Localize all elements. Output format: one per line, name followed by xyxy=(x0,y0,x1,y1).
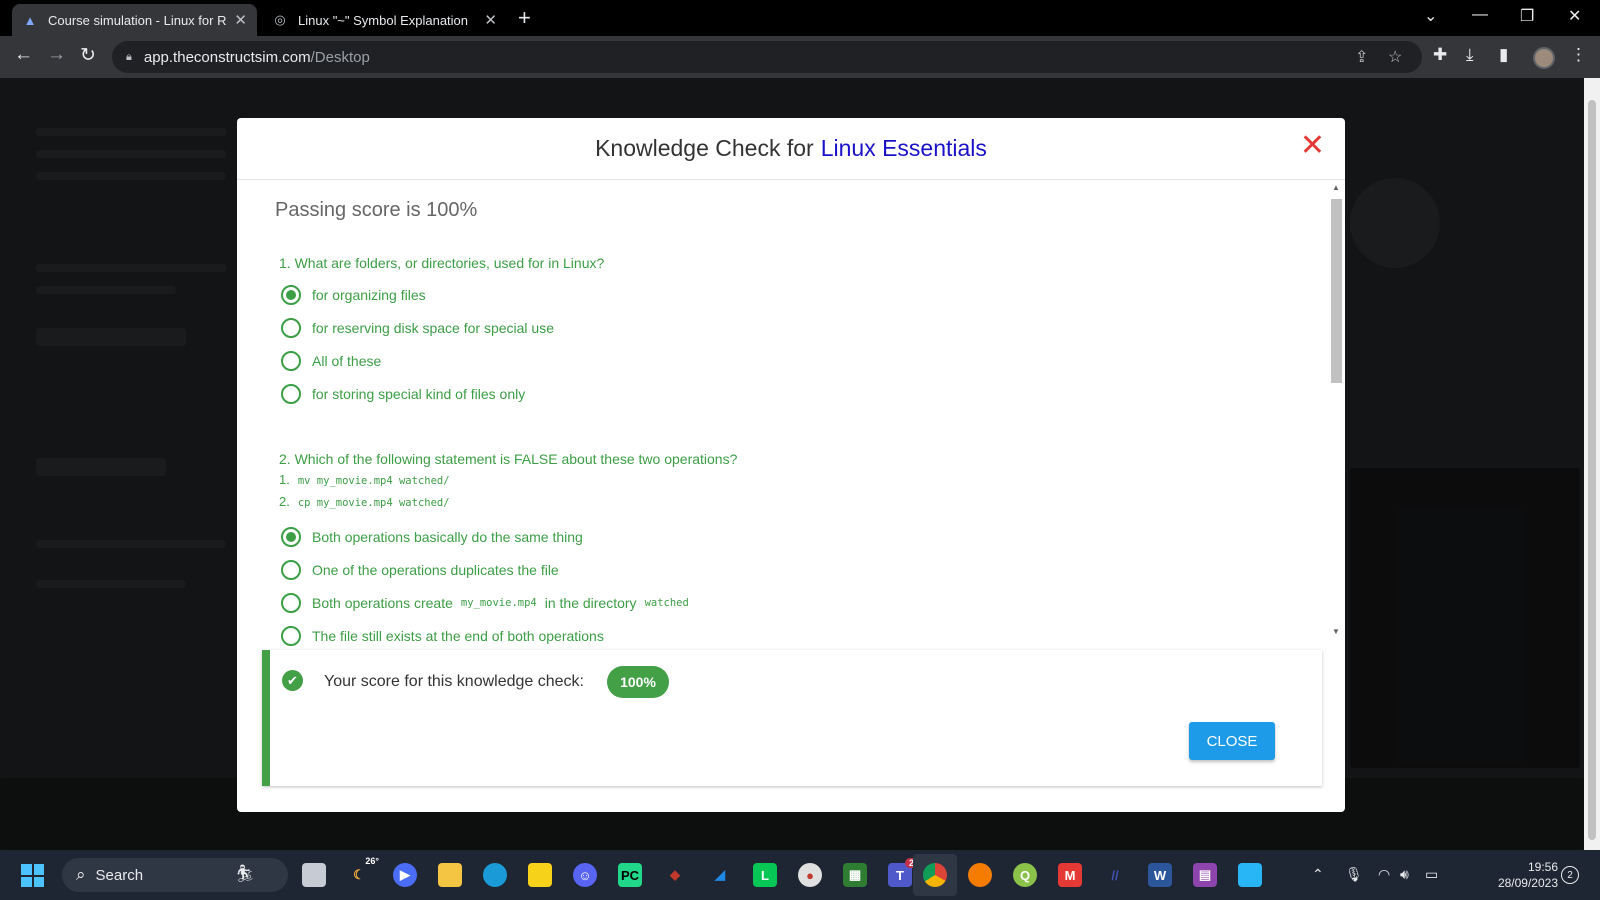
winrar-icon[interactable]: ▤ xyxy=(1193,863,1217,887)
task-view-icon[interactable] xyxy=(302,863,326,887)
q2-option-2[interactable]: One of the operations duplicates the fil… xyxy=(281,560,559,580)
radio[interactable] xyxy=(281,560,301,580)
radio[interactable] xyxy=(281,593,301,613)
reload-icon[interactable]: ↻ xyxy=(80,44,96,67)
profile-avatar[interactable] xyxy=(1533,47,1555,69)
back-icon[interactable]: ← xyxy=(14,44,33,66)
microphone-icon[interactable]: 🎙︎ xyxy=(1345,866,1363,883)
tab-linux-symbol[interactable]: ◎ Linux "~" Symbol Explanation ✕ xyxy=(262,4,507,36)
word-icon[interactable]: W xyxy=(1148,863,1172,887)
q2-option-4[interactable]: The file still exists at the end of both… xyxy=(281,626,604,646)
lock-icon: 🔒︎ xyxy=(126,50,132,63)
radio-selected[interactable] xyxy=(281,285,301,305)
notification-badge[interactable]: 2 xyxy=(1561,866,1579,884)
address-bar[interactable]: 🔒︎ app.theconstructsim.com /Desktop ⇪ ☆ xyxy=(112,41,1422,73)
discord-icon[interactable]: ☺ xyxy=(573,863,597,887)
app-red-icon[interactable]: ◆ xyxy=(663,863,687,887)
tab-search-chevron-icon[interactable]: ⌄ xyxy=(1424,6,1437,26)
modal-title: Knowledge Check for xyxy=(595,135,814,161)
system-clock[interactable]: 19:56 28/09/2023 xyxy=(1488,859,1558,891)
share-icon[interactable]: ⇪ xyxy=(1355,47,1368,67)
score-text: Your score for this knowledge check: xyxy=(324,673,584,690)
battery-icon[interactable]: ▭ xyxy=(1425,866,1438,883)
download-icon[interactable]: ⤓ xyxy=(1466,45,1474,65)
radio-selected[interactable] xyxy=(281,527,301,547)
radio[interactable] xyxy=(281,384,301,404)
close-tab-icon[interactable]: ✕ xyxy=(234,11,247,29)
tab-title: Course simulation - Linux for Ro xyxy=(48,12,227,28)
menu-kebab-icon[interactable]: ⋮ xyxy=(1570,45,1587,65)
qgis-icon[interactable]: Q xyxy=(1013,863,1037,887)
q2-option-1[interactable]: Both operations basically do the same th… xyxy=(281,527,583,547)
windows-taskbar: ⌕ Search 🏂︎ ☾ 26° ▶ ☺ PC ◆ ◢ L ● ▦ T 2 Q… xyxy=(0,850,1600,900)
code-line-2: 2. cp my_movie.mp4 watched/ xyxy=(279,494,450,509)
teams-icon[interactable]: T 2 xyxy=(888,858,918,887)
windows-start-icon[interactable] xyxy=(21,864,44,887)
close-button[interactable]: CLOSE xyxy=(1189,722,1275,760)
url-path: /Desktop xyxy=(310,48,370,66)
question-2: 2. Which of the following statement is F… xyxy=(279,451,738,467)
modal-header: Knowledge Check for Linux Essentials xyxy=(237,118,1345,180)
q1-option-4[interactable]: for storing special kind of files only xyxy=(281,384,525,404)
chrome-icon[interactable] xyxy=(923,863,947,887)
search-icon: ⌕ xyxy=(76,865,86,884)
file-explorer-icon[interactable] xyxy=(438,863,462,887)
zoom-icon[interactable]: ▶ xyxy=(393,863,417,887)
app-face-icon[interactable]: ● xyxy=(798,863,822,887)
modal-title-course: Linux Essentials xyxy=(820,135,987,161)
url-host: app.theconstructsim.com xyxy=(143,48,311,66)
app-red-m-icon[interactable]: M xyxy=(1058,863,1082,887)
pycharm-icon[interactable]: PC xyxy=(618,863,642,887)
q1-option-2[interactable]: for reserving disk space for special use xyxy=(281,318,554,338)
minimize-icon[interactable]: — xyxy=(1472,6,1488,24)
app-blue-shark-icon[interactable]: ◢ xyxy=(708,863,732,887)
photos-icon[interactable] xyxy=(1238,863,1262,887)
scroll-down-icon[interactable]: ▼ xyxy=(1332,627,1340,636)
edge-icon[interactable] xyxy=(483,863,507,887)
side-panel-icon[interactable]: ▮ xyxy=(1499,45,1508,65)
extensions-puzzle-icon[interactable]: ✚ xyxy=(1433,45,1447,65)
close-tab-icon[interactable]: ✕ xyxy=(484,11,497,29)
app-chip-icon[interactable]: ▦ xyxy=(843,863,867,887)
q1-option-1[interactable]: for organizing files xyxy=(281,285,426,305)
radio[interactable] xyxy=(281,318,301,338)
sticky-notes-icon[interactable] xyxy=(528,863,552,887)
code-line-1: 1. mv my_movie.mp4 watched/ xyxy=(279,472,450,487)
page-scrollbar[interactable] xyxy=(1584,78,1600,850)
bookmark-star-icon[interactable]: ☆ xyxy=(1388,47,1402,67)
close-window-icon[interactable]: ✕ xyxy=(1568,6,1581,26)
q2-option-3[interactable]: Both operations create my_movie.mp4 in t… xyxy=(281,593,697,613)
app-slash-icon[interactable]: // xyxy=(1103,863,1127,887)
forward-icon[interactable]: → xyxy=(47,44,66,66)
radio[interactable] xyxy=(281,626,301,646)
wifi-icon[interactable]: ◠ xyxy=(1378,866,1390,883)
score-badge: 100% xyxy=(607,666,669,698)
close-modal-icon[interactable]: ✕ xyxy=(1300,128,1325,163)
weather-icon[interactable]: ☾ 26° xyxy=(347,856,379,887)
browser-tab-bar: ▲ Course simulation - Linux for Ro ✕ ◎ L… xyxy=(0,0,1600,36)
tab-title: Linux "~" Symbol Explanation xyxy=(298,12,469,28)
volume-icon[interactable]: 🔊︎ xyxy=(1400,866,1409,883)
app-orange-icon[interactable] xyxy=(968,863,992,887)
tab-course-simulation[interactable]: ▲ Course simulation - Linux for Ro ✕ xyxy=(12,4,257,36)
browser-toolbar: ← → ↻ 🔒︎ app.theconstructsim.com /Deskto… xyxy=(0,36,1600,78)
new-tab-icon[interactable]: + xyxy=(518,5,531,31)
scroll-up-icon[interactable]: ▲ xyxy=(1332,183,1340,192)
restore-icon[interactable]: ❐ xyxy=(1520,6,1534,26)
theconstruct-favicon-icon: ▲ xyxy=(23,12,37,28)
knowledge-check-modal: Knowledge Check for Linux Essentials ✕ P… xyxy=(237,118,1345,812)
radio[interactable] xyxy=(281,351,301,371)
line-icon[interactable]: L xyxy=(753,863,777,887)
checkmark-icon: ✔ xyxy=(282,670,303,691)
taskbar-search[interactable]: ⌕ Search 🏂︎ xyxy=(62,858,288,892)
score-result-panel: ✔ Your score for this knowledge check: 1… xyxy=(262,650,1322,786)
show-hidden-icons-chevron[interactable]: ⌃ xyxy=(1312,866,1324,883)
q1-option-3[interactable]: All of these xyxy=(281,351,381,371)
passing-score: Passing score is 100% xyxy=(275,199,478,221)
question-1: 1. What are folders, or directories, use… xyxy=(279,255,605,271)
search-highlight-icon: 🏂︎ xyxy=(234,864,256,883)
chatgpt-favicon-icon: ◎ xyxy=(274,12,286,27)
modal-scrollbar[interactable]: ▲ ▼ xyxy=(1329,181,1343,641)
